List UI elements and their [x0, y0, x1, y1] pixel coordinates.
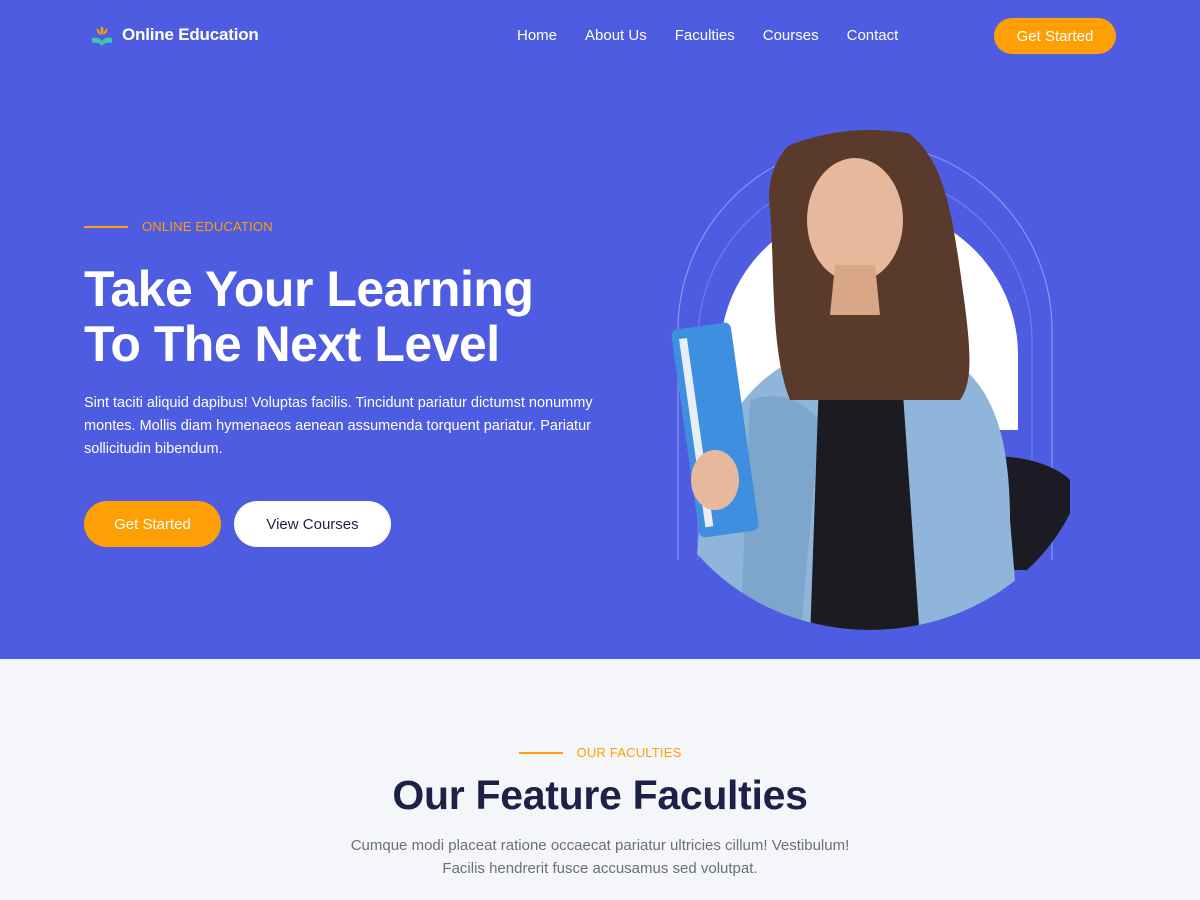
- main-nav: Home About Us Faculties Courses Contact: [517, 27, 926, 45]
- nav-link-faculties[interactable]: Faculties: [675, 27, 735, 45]
- nav-link-courses[interactable]: Courses: [763, 27, 819, 45]
- faculties-description: Cumque modi placeat ratione occaecat par…: [350, 837, 850, 877]
- book-leaf-logo-icon: [92, 26, 112, 46]
- hero-title-line-2: To The Next Level: [84, 316, 500, 372]
- view-courses-button[interactable]: View Courses: [234, 501, 391, 547]
- nav-link-contact[interactable]: Contact: [847, 27, 899, 45]
- nav-link-home[interactable]: Home: [517, 27, 557, 45]
- hero-get-started-button[interactable]: Get Started: [84, 501, 221, 547]
- hero-title-line-1: Take Your Learning: [84, 261, 534, 317]
- faculties-eyebrow-divider: [518, 751, 563, 754]
- hero-eyebrow: ONLINE EDUCATION: [84, 219, 273, 234]
- hero-description: Sint taciti aliquid dapibus! Voluptas fa…: [84, 395, 593, 457]
- eyebrow-divider: [84, 225, 128, 228]
- brand-name: Online Education: [122, 25, 259, 44]
- hero-eyebrow-text: ONLINE EDUCATION: [142, 219, 273, 234]
- faculties-eyebrow-text: OUR FACULTIES: [576, 745, 682, 760]
- nav-get-started-button[interactable]: Get Started: [994, 18, 1116, 54]
- student-holding-notebooks-illustration: [671, 130, 1070, 630]
- hero-section: Online Education Home About Us Faculties…: [0, 0, 1200, 659]
- hero-title: Take Your Learning To The Next Level: [84, 262, 604, 372]
- faculties-eyebrow: OUR FACULTIES: [0, 745, 1200, 760]
- nav-link-about-us[interactable]: About Us: [585, 27, 647, 45]
- brand-logo[interactable]: Online Education: [90, 22, 259, 48]
- faculties-title: Our Feature Faculties: [392, 772, 808, 818]
